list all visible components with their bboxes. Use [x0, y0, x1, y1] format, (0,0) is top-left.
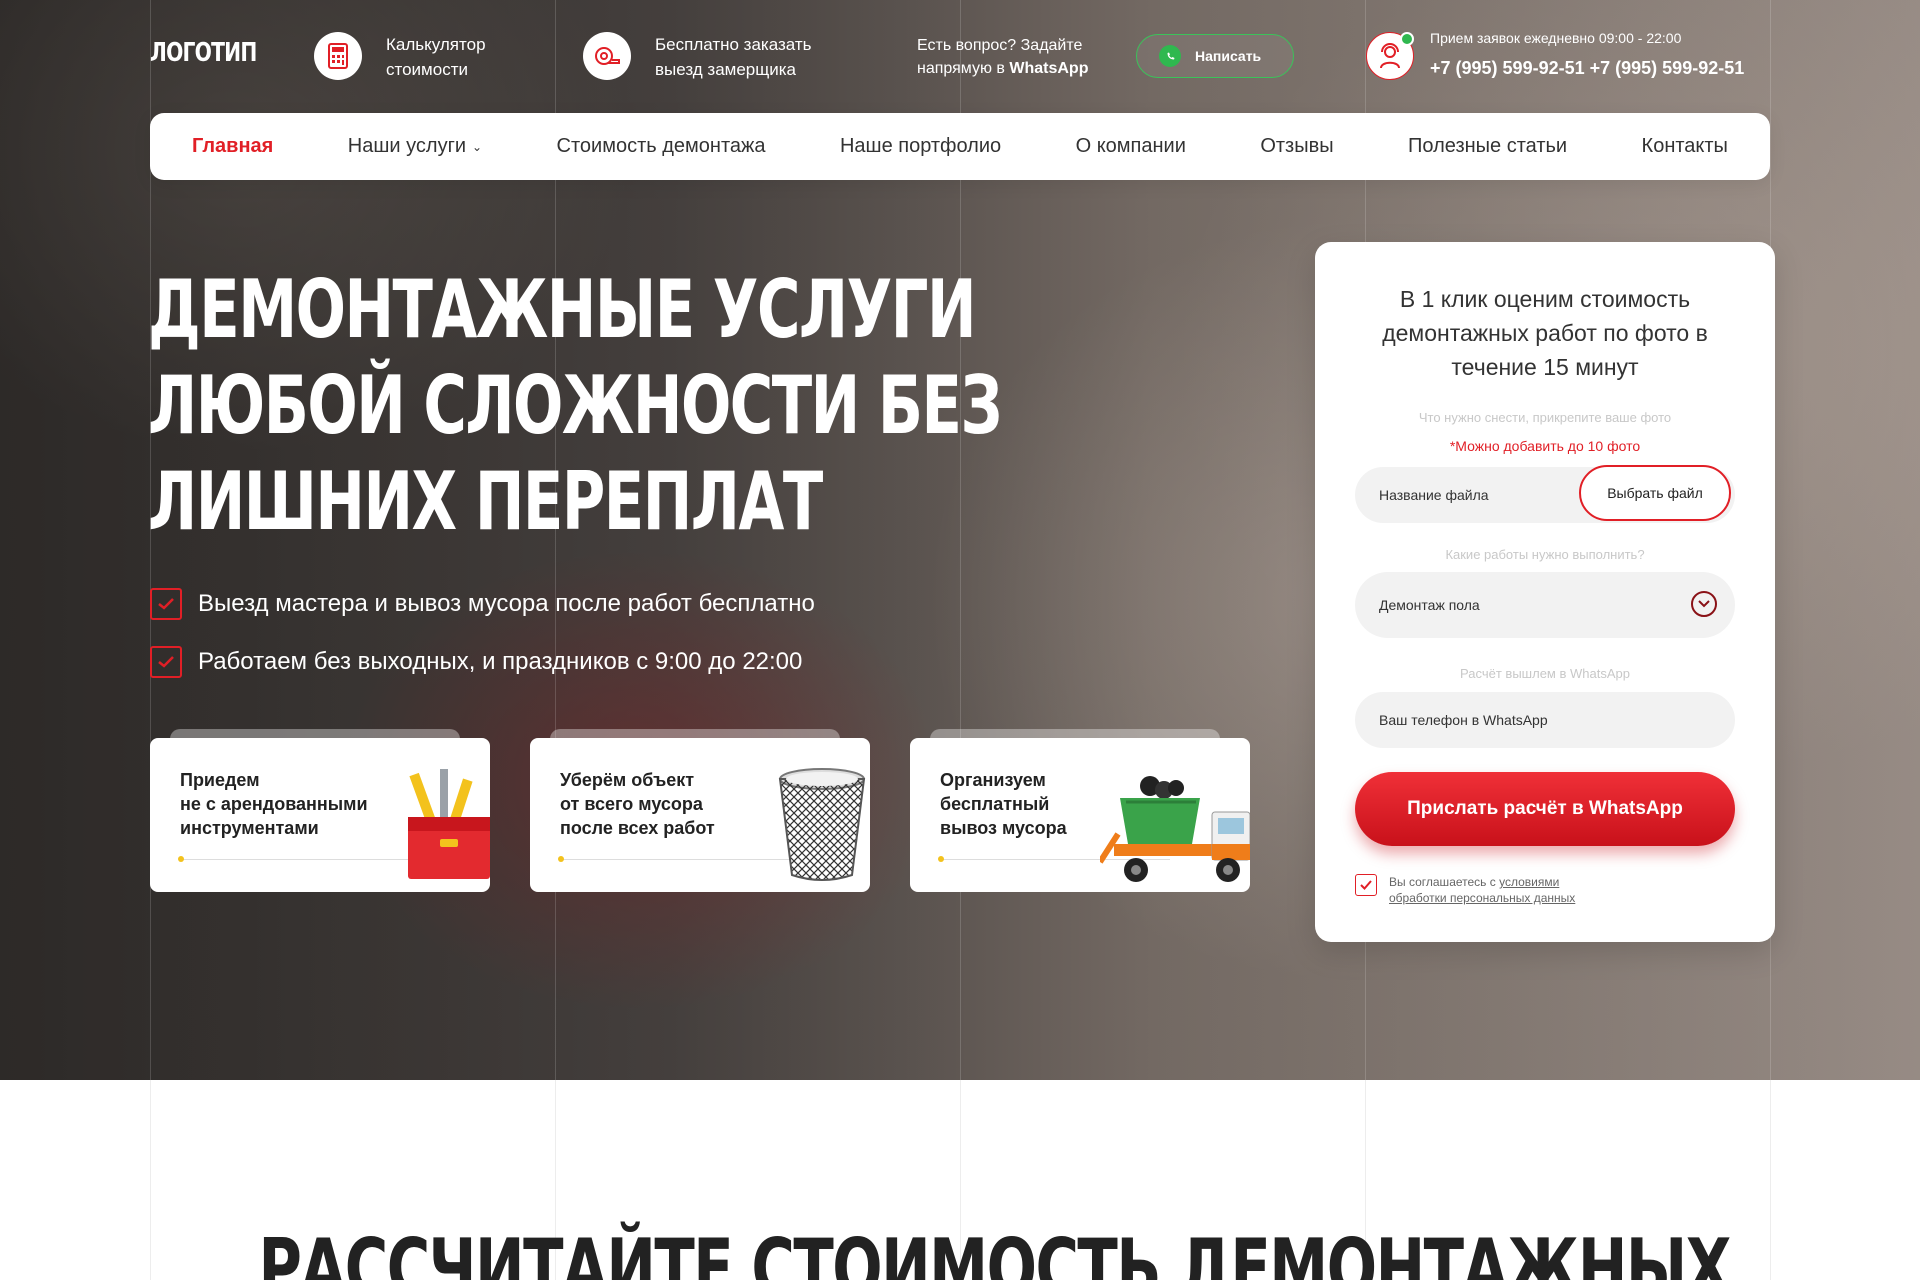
card-divider [178, 856, 410, 862]
nav-item-reviews[interactable]: Отзывы [1260, 135, 1333, 158]
consent-row: Вы соглашаетесь с условиями обработки пе… [1355, 874, 1619, 906]
measure-label-line2: выезд замерщика [655, 60, 796, 79]
main-navigation: Главная Наши услуги ⌄ Стоимость демонтажа… [150, 113, 1770, 180]
site-header: ЛОГОТИП Калькулятор стоимости Бесплатно … [0, 0, 1920, 110]
works-select[interactable]: Демонтаж пола [1355, 572, 1735, 638]
nav-item-services[interactable]: Наши услуги ⌄ [348, 135, 482, 158]
estimate-form: В 1 клик оценим стоимость демонтажных ра… [1315, 242, 1775, 942]
question-line1: Есть вопрос? Задайте [917, 37, 1083, 54]
hero-feature-2-text: Работаем без выходных, и праздников с 9:… [198, 648, 803, 675]
card-line1: Приедем [180, 770, 260, 790]
chevron-down-icon: ⌄ [472, 139, 483, 154]
hero-feature-1-text: Выезд мастера и вывоз мусора после работ… [198, 590, 815, 617]
section-title-text: Рассчитайте стоимость демонтажных [258, 1222, 1731, 1280]
chevron-down-icon [1691, 591, 1717, 617]
advantage-card-removal: Организуем бесплатный вывоз мусора [910, 738, 1250, 892]
measure-label-line1: Бесплатно заказать [655, 35, 812, 54]
advantage-card-cleanup: Уберём объект от всего мусора после всех… [530, 738, 870, 892]
checkbox-icon [150, 588, 182, 620]
calculator-icon[interactable] [314, 32, 362, 80]
calculator-label-line2: стоимости [386, 60, 468, 79]
works-label: Какие работы нужно выполнить? [1445, 547, 1645, 562]
nav-item-home[interactable]: Главная [192, 135, 273, 158]
online-status-indicator [1400, 32, 1414, 46]
tape-measure-icon[interactable] [583, 32, 631, 80]
card-line2: от всего мусора [560, 794, 703, 814]
hero-title: Демонтажные услуги любой сложности без л… [148, 262, 1003, 550]
checkbox-icon [150, 646, 182, 678]
logo[interactable]: ЛОГОТИП [150, 38, 257, 68]
section-title: Рассчитайте стоимость демонтажных [0, 1222, 1920, 1280]
hero-title-line1: Демонтажные услуги [148, 263, 977, 356]
choose-file-button[interactable]: Выбрать файл [1579, 465, 1731, 521]
phone-label: Расчёт вышлем в WhatsApp [1460, 666, 1630, 681]
nav-item-contacts[interactable]: Контакты [1642, 135, 1728, 158]
phone-link-1[interactable]: +7 (995) 599-92-51 [1430, 58, 1585, 78]
nav-item-services-label: Наши услуги [347, 135, 467, 157]
calculator-link[interactable]: Калькулятор стоимости [386, 32, 486, 82]
file-name-placeholder: Название файла [1379, 487, 1489, 503]
consent-checkbox[interactable] [1355, 874, 1377, 896]
whatsapp-button-label: Написать [1195, 48, 1262, 64]
hero-title-line3: лишних переплат [148, 455, 823, 548]
consent-text: Вы соглашаетесь с условиями обработки пе… [1389, 874, 1619, 906]
card-text: Приедем не с арендованными инструментами [180, 768, 410, 840]
measure-link[interactable]: Бесплатно заказать выезд замерщика [655, 32, 812, 82]
form-title: В 1 клик оценим стоимость демонтажных ра… [1382, 286, 1708, 380]
garbage-truck-icon [1097, 772, 1250, 892]
nav-item-articles[interactable]: Полезные статьи [1408, 135, 1567, 158]
submit-whatsapp-button[interactable]: Прислать расчёт в WhatsApp [1355, 772, 1735, 846]
works-select-value: Демонтаж пола [1379, 597, 1480, 613]
whatsapp-question: Есть вопрос? Задайте напрямую в WhatsApp [917, 34, 1088, 80]
question-line2-prefix: напрямую в [917, 60, 1010, 77]
card-line2: не с арендованными [180, 794, 368, 814]
card-divider [558, 856, 790, 862]
phone-link-2[interactable]: +7 (995) 599-92-51 [1590, 58, 1745, 78]
phone-input-placeholder: Ваш телефон в WhatsApp [1379, 712, 1548, 728]
card-line1: Уберём объект [560, 770, 695, 790]
advantage-card-tools: Приедем не с арендованными инструментами [150, 738, 490, 892]
calculator-label-line1: Калькулятор [386, 35, 486, 54]
schedule-text: Прием заявок ежедневно 09:00 - 22:00 [1430, 30, 1682, 46]
card-line3: после всех работ [560, 818, 715, 838]
question-line2: напрямую в WhatsApp [917, 57, 1088, 80]
hero-feature-2: Работаем без выходных, и праздников с 9:… [150, 646, 802, 678]
photo-label: Что нужно снести, прикрепите ваше фото [1418, 410, 1672, 425]
hero-feature-1: Выезд мастера и вывоз мусора после работ… [150, 588, 815, 620]
card-line3: инструментами [180, 818, 319, 838]
phone-numbers: +7 (995) 599-92-51 +7 (995) 599-92-51 [1430, 58, 1744, 79]
toolbox-icon [400, 759, 490, 892]
nav-item-portfolio[interactable]: Наше портфолио [840, 135, 1001, 158]
nav-item-pricing[interactable]: Стоимость демонтажа [557, 135, 766, 158]
hero-title-line2: любой сложности без [148, 359, 1003, 452]
whatsapp-write-button[interactable]: Написать [1136, 34, 1294, 78]
nav-item-about[interactable]: О компании [1076, 135, 1186, 158]
phone-input[interactable]: Ваш телефон в WhatsApp [1355, 692, 1735, 748]
trash-bin-icon [770, 757, 870, 892]
photo-note: *Можно добавить до 10 фото [1449, 438, 1641, 454]
card-text: Уберём объект от всего мусора после всех… [560, 768, 790, 840]
consent-prefix: Вы соглашаетесь с [1389, 875, 1500, 889]
whatsapp-icon [1159, 45, 1181, 67]
question-line2-bold: WhatsApp [1009, 60, 1089, 77]
